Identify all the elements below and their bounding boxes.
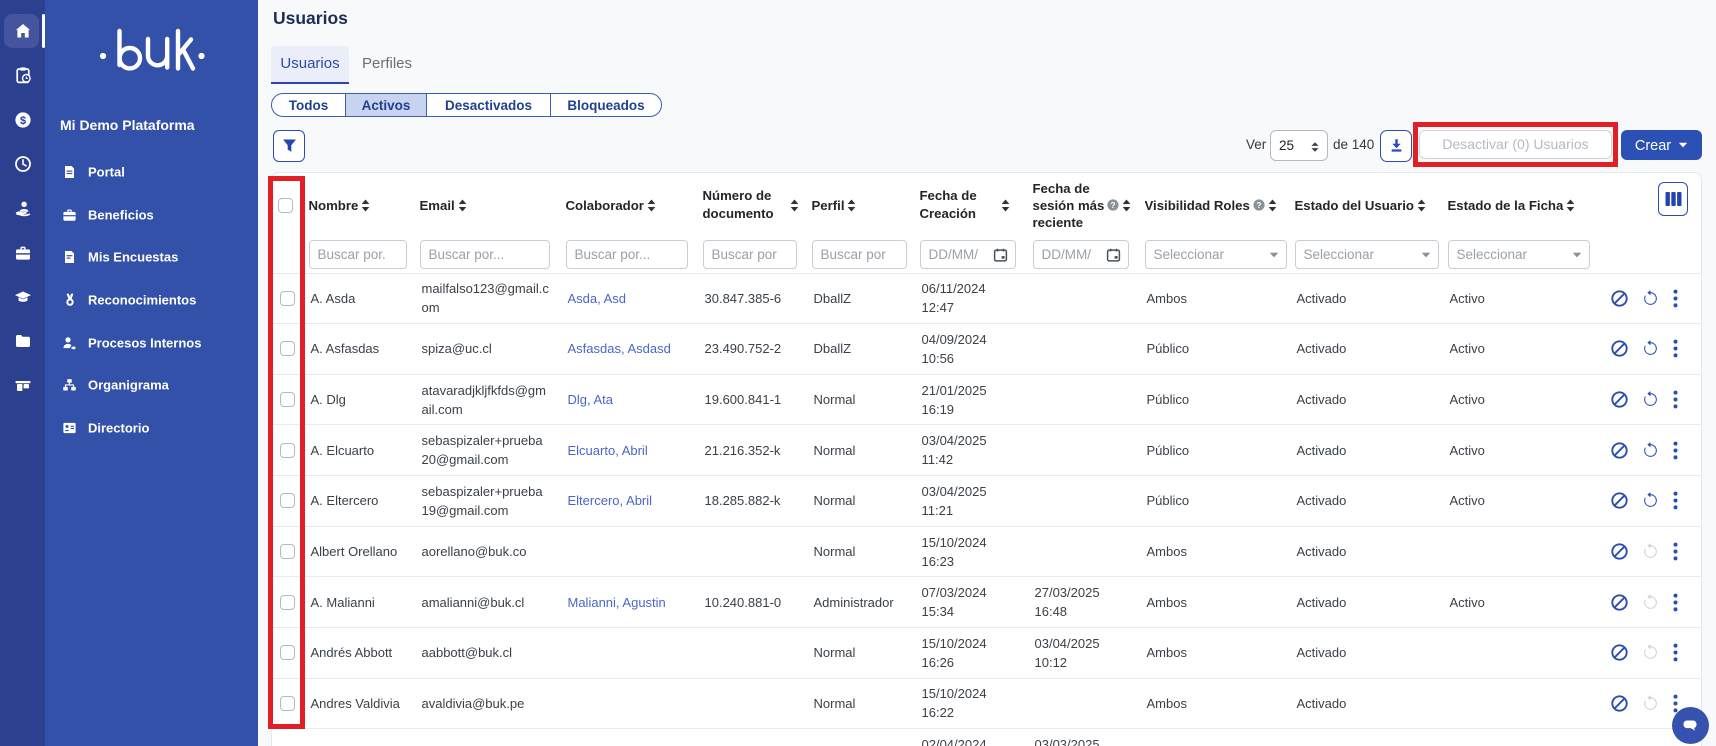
svg-text:?: ? (1256, 201, 1261, 210)
svg-text:?: ? (1111, 201, 1116, 210)
svg-text:$: $ (19, 115, 25, 127)
